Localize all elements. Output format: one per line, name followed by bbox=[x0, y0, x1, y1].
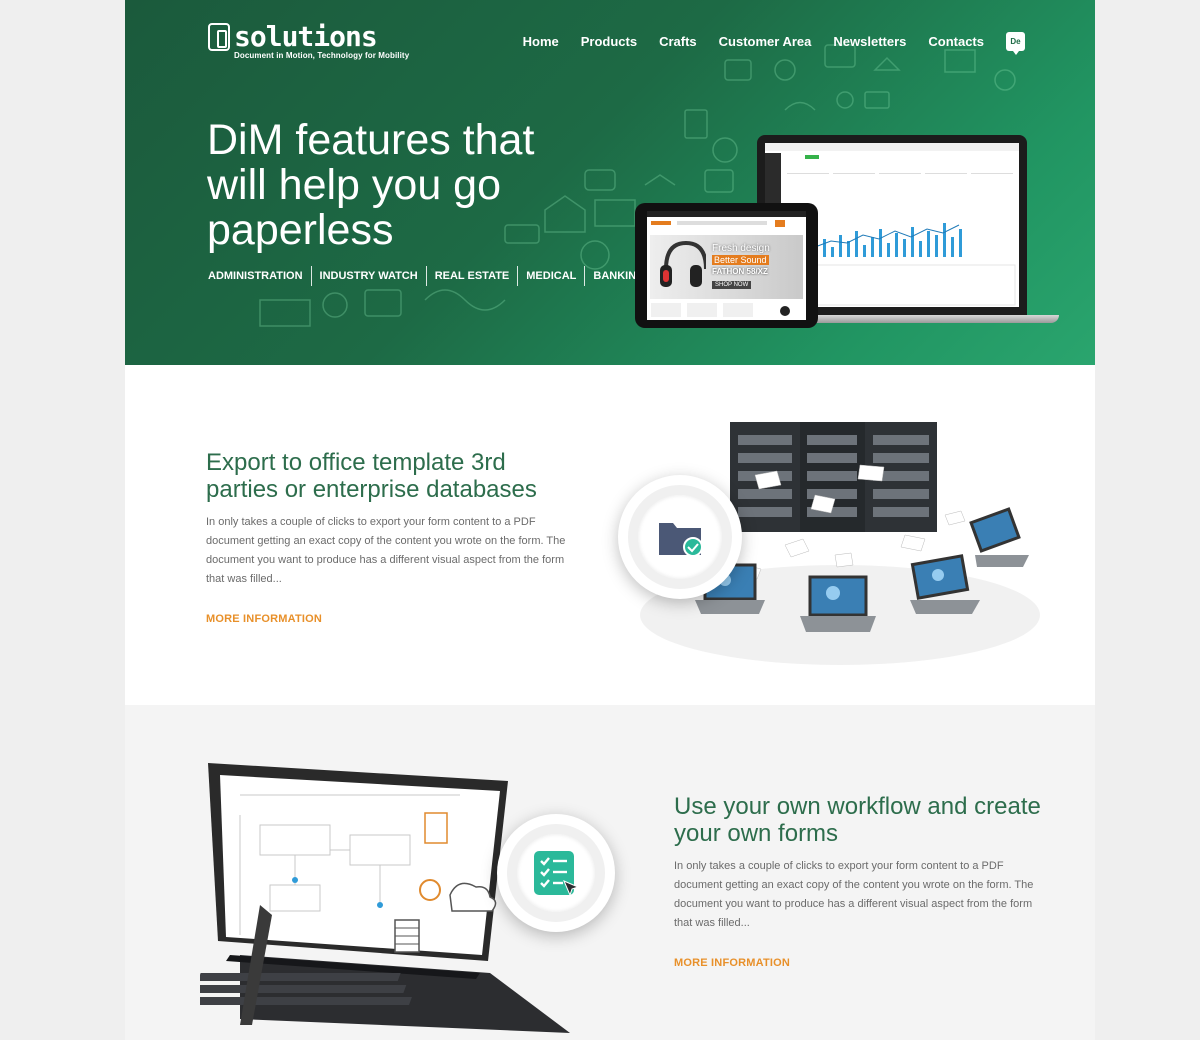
nav-home[interactable]: Home bbox=[523, 34, 559, 49]
export-text: Export to office template 3rd parties or… bbox=[206, 449, 566, 627]
sector-real-estate[interactable]: REAL ESTATE bbox=[427, 270, 518, 282]
workflow-section: Use your own workflow and create your ow… bbox=[125, 705, 1095, 1040]
main-nav: Home Products Crafts Customer Area Newsl… bbox=[523, 32, 1025, 55]
checklist-icon bbox=[534, 851, 580, 897]
sector-links: ADMINISTRATION INDUSTRY WATCH REAL ESTAT… bbox=[208, 266, 653, 286]
workflow-description: In only takes a couple of clicks to expo… bbox=[674, 860, 1034, 929]
brand-logo[interactable]: solutions Document in Motion, Technology… bbox=[208, 20, 409, 60]
sector-divider bbox=[584, 266, 586, 286]
export-description: In only takes a couple of clicks to expo… bbox=[206, 516, 566, 585]
sector-divider bbox=[425, 266, 427, 286]
nav-crafts[interactable]: Crafts bbox=[659, 34, 697, 49]
nav-newsletters[interactable]: Newsletters bbox=[833, 34, 906, 49]
product-banner: Fresh design Better Sound FATHON 58/XZ S… bbox=[650, 235, 803, 299]
dp-logo-icon bbox=[208, 22, 230, 51]
folder-check-icon bbox=[659, 523, 703, 557]
checklist-badge bbox=[497, 814, 615, 932]
sector-industry-watch[interactable]: INDUSTRY WATCH bbox=[312, 270, 426, 282]
page: solutions Document in Motion, Technology… bbox=[125, 0, 1095, 1040]
banner-headline: Fresh design bbox=[712, 243, 770, 254]
banner-product-name: FATHON 58/XZ bbox=[712, 267, 768, 276]
nav-contacts[interactable]: Contacts bbox=[928, 34, 984, 49]
sector-divider bbox=[310, 266, 312, 286]
export-more-information-link[interactable]: MORE INFORMATION bbox=[206, 613, 322, 625]
nav-customer-area[interactable]: Customer Area bbox=[719, 34, 812, 49]
tablet-mockup: Fresh design Better Sound FATHON 58/XZ S… bbox=[635, 203, 818, 328]
sector-administration[interactable]: ADMINISTRATION bbox=[208, 270, 311, 282]
brand-tagline: Document in Motion, Technology for Mobil… bbox=[234, 51, 410, 60]
folder-badge bbox=[618, 475, 742, 599]
hero-title: DiM features that will help you go paper… bbox=[207, 116, 535, 254]
export-title: Export to office template 3rd parties or… bbox=[206, 449, 537, 503]
banner-subheadline: Better Sound bbox=[712, 255, 769, 265]
sector-medical[interactable]: MEDICAL bbox=[518, 270, 584, 282]
workflow-title: Use your own workflow and create your ow… bbox=[674, 793, 1041, 847]
banner-shop-button[interactable]: SHOP NOW bbox=[712, 281, 752, 289]
language-switch-button[interactable]: De bbox=[1006, 32, 1025, 55]
brand-name: solutions bbox=[234, 20, 378, 53]
export-section: Export to office template 3rd parties or… bbox=[125, 365, 1095, 705]
workflow-text: Use your own workflow and create your ow… bbox=[674, 793, 1044, 971]
shop-screenshot: Fresh design Better Sound FATHON 58/XZ S… bbox=[647, 211, 806, 320]
nav-products[interactable]: Products bbox=[581, 34, 637, 49]
hero-banner: solutions Document in Motion, Technology… bbox=[125, 0, 1095, 365]
sector-divider bbox=[517, 266, 519, 286]
workflow-more-information-link[interactable]: MORE INFORMATION bbox=[674, 957, 790, 969]
headphones-icon bbox=[660, 240, 706, 287]
